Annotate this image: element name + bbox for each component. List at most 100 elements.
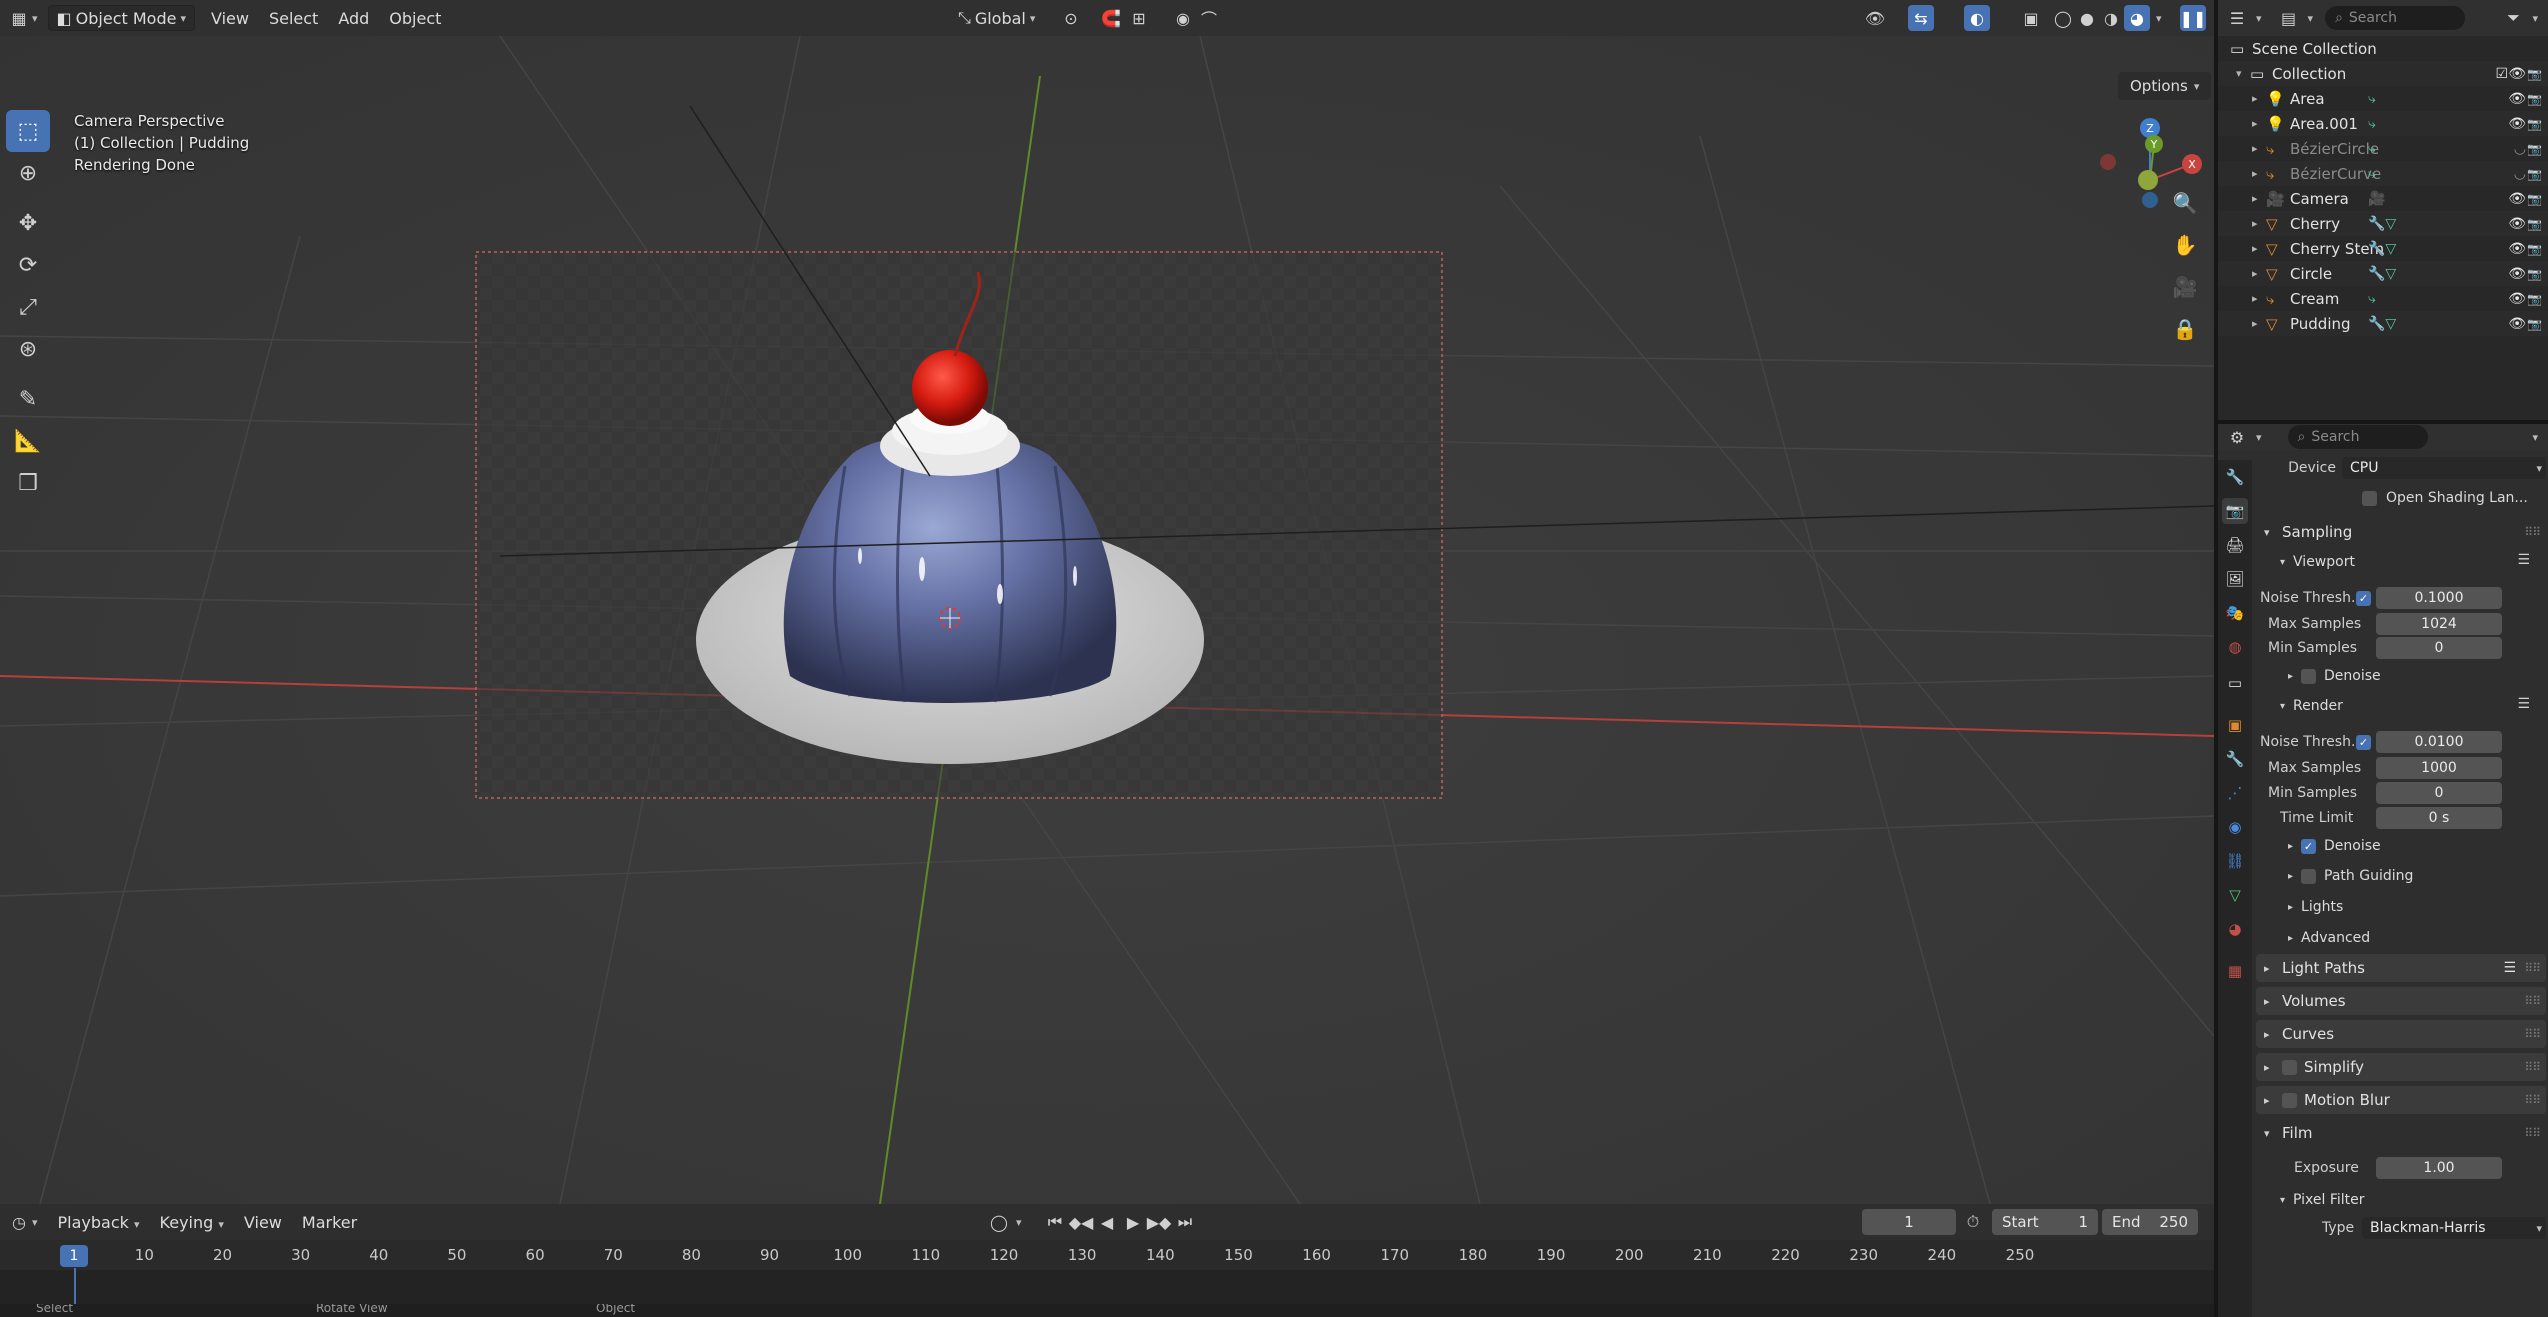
playhead-frame-indicator[interactable]: 1 xyxy=(60,1245,88,1267)
render-camera-icon[interactable]: 📷 xyxy=(2527,117,2542,131)
proportional-edit-icon[interactable]: ◉ xyxy=(1170,5,1196,31)
render-subpanel[interactable]: ▾ Render xyxy=(2280,694,2343,718)
gizmo-neg-x[interactable] xyxy=(2100,154,2116,170)
properties-search[interactable]: ⌕ Search xyxy=(2287,425,2428,449)
end-frame-field[interactable]: End 250 xyxy=(2102,1209,2198,1235)
presets-list-icon[interactable]: ☰ xyxy=(2503,960,2516,976)
texture-tab-icon[interactable]: ▦ xyxy=(2222,958,2248,984)
render-camera-icon[interactable]: 📷 xyxy=(2527,142,2542,156)
mode-dropdown[interactable]: ◧ Object Mode ▾ xyxy=(47,5,195,31)
vp-min-field[interactable]: 0 xyxy=(2376,637,2502,659)
drag-grip-icon[interactable]: ⠿⠿ xyxy=(2524,961,2541,975)
r-max-field[interactable]: 1000 xyxy=(2376,757,2502,779)
exposure-field[interactable]: 1.00 xyxy=(2376,1157,2502,1179)
pixel-filter-subpanel[interactable]: ▾ Pixel Filter xyxy=(2280,1188,2365,1212)
snap-target-icon[interactable]: ⊞ xyxy=(1126,5,1152,31)
3d-viewport[interactable]: ⬚ ⊕ ✥ ⟳ ⤢ ⊛ ✎ 📐 ❒ Camera Perspective (1)… xyxy=(0,36,2214,1204)
add-cube-tool[interactable]: ❒ xyxy=(6,462,50,504)
zoom-icon[interactable]: 🔍 xyxy=(2168,186,2202,220)
clock-icon[interactable]: ◷ xyxy=(6,1209,32,1235)
menu-keying[interactable]: Keying ▾ xyxy=(150,1213,234,1232)
drag-grip-icon[interactable]: ⠿⠿ xyxy=(2524,1027,2541,1041)
eye-icon[interactable]: 👁 xyxy=(2508,316,2526,332)
gizmo-neg-y[interactable] xyxy=(2138,170,2158,190)
drag-grip-icon[interactable]: ⠿⠿ xyxy=(2524,525,2541,539)
snap-icon[interactable]: 🧲 xyxy=(1098,5,1124,31)
options-dropdown[interactable]: Options ▾ xyxy=(2118,72,2212,100)
presets-list-icon[interactable]: ☰ xyxy=(2517,552,2530,568)
menu-select[interactable]: Select xyxy=(259,9,328,28)
osl-checkbox[interactable] xyxy=(2362,490,2377,506)
render-camera-icon[interactable]: 📷 xyxy=(2527,217,2542,231)
simplify-panel[interactable]: ▸ Simplify ⠿⠿ xyxy=(2256,1053,2546,1081)
advanced-subpanel[interactable]: ▸ Advanced xyxy=(2288,926,2370,950)
start-frame-field[interactable]: Start 1 xyxy=(1992,1209,2098,1235)
display-mode-icon[interactable]: ▤ xyxy=(2276,5,2302,31)
eye-icon[interactable]: 👁 xyxy=(2508,266,2526,282)
editor-type-icon[interactable]: ▦ xyxy=(6,5,32,31)
render-camera-icon[interactable]: 📷 xyxy=(2527,242,2542,256)
render-camera-icon[interactable]: 📷 xyxy=(2527,167,2542,181)
outliner-item[interactable]: ▸ ▽ Cherry 🔧▽ 👁 📷 xyxy=(2218,211,2548,236)
jump-start-icon[interactable]: ⏮ xyxy=(1042,1209,1068,1235)
menu-add[interactable]: Add xyxy=(328,9,379,28)
eye-icon[interactable]: 👁 xyxy=(2508,191,2526,207)
render-camera-icon[interactable]: 📷 xyxy=(2527,267,2542,281)
play-reverse-icon[interactable]: ◀ xyxy=(1094,1209,1120,1235)
eye-icon[interactable]: 👁 xyxy=(2508,66,2526,82)
cursor-tool[interactable]: ⊕ xyxy=(6,152,50,194)
r-denoise-subpanel[interactable]: ▸ ✓ Denoise xyxy=(2288,834,2381,858)
vp-noise-checkbox[interactable]: ✓ xyxy=(2356,590,2371,606)
menu-view[interactable]: View xyxy=(201,9,259,28)
menu-object[interactable]: Object xyxy=(379,9,451,28)
film-panel[interactable]: ▾ Film ⠿⠿ xyxy=(2256,1119,2546,1147)
presets-list-icon[interactable]: ☰ xyxy=(2517,696,2530,712)
chevron-right-icon[interactable]: ▸ xyxy=(2252,192,2258,205)
eye-icon[interactable]: 👁 xyxy=(2508,91,2526,107)
chevron-right-icon[interactable]: ▸ xyxy=(2252,242,2258,255)
current-frame-field[interactable]: 1 xyxy=(1862,1209,1956,1235)
material-shading-icon[interactable]: ◑ xyxy=(2098,5,2124,31)
wireframe-shading-icon[interactable]: ◯ xyxy=(2050,5,2076,31)
eye-closed-icon[interactable]: ◡ xyxy=(2514,166,2526,182)
particles-tab-icon[interactable]: ⋰ xyxy=(2222,780,2248,806)
rotate-tool[interactable]: ⟳ xyxy=(6,244,50,286)
render-tab-icon[interactable]: 📷 xyxy=(2222,498,2248,524)
vp-denoise-subpanel[interactable]: ▸ Denoise xyxy=(2288,664,2381,688)
viewport-subpanel[interactable]: ▾ Viewport xyxy=(2280,550,2355,574)
outliner-item[interactable]: ▸ ⤷ BézierCircle ⤷ ◡ 📷 xyxy=(2218,136,2548,161)
outliner-item[interactable]: ▸ 💡 Area.001 ⤷ 👁 📷 xyxy=(2218,111,2548,136)
pause-render-icon[interactable]: ❚❚ xyxy=(2180,5,2206,31)
vp-denoise-checkbox[interactable] xyxy=(2301,668,2317,684)
outliner-item[interactable]: ▸ ▽ Circle 🔧▽ 👁 📷 xyxy=(2218,261,2548,286)
world-tab-icon[interactable]: ◍ xyxy=(2222,634,2248,660)
overlay-toggle-icon[interactable]: ◐ xyxy=(1964,5,1990,31)
device-dropdown[interactable]: CPU ▾ xyxy=(2342,457,2546,479)
chevron-down-icon[interactable]: ▾ xyxy=(2532,431,2538,444)
transform-orientation-dropdown[interactable]: ⤡ Global ▾ xyxy=(950,5,1043,31)
outliner-item[interactable]: ▸ 💡 Area ⤷ 👁 📷 xyxy=(2218,86,2548,111)
gizmo-toggle-icon[interactable]: ⇆ xyxy=(1908,5,1934,31)
drag-grip-icon[interactable]: ⠿⠿ xyxy=(2524,1126,2541,1140)
vp-noise-field[interactable]: 0.1000 xyxy=(2376,587,2502,609)
pan-hand-icon[interactable]: ✋ xyxy=(2168,228,2202,262)
render-camera-icon[interactable]: 📷 xyxy=(2527,317,2542,331)
jump-end-icon[interactable]: ⏭ xyxy=(1172,1209,1198,1235)
outliner-item[interactable]: ▸ 🎥 Camera 🎥 👁 📷 xyxy=(2218,186,2548,211)
object-tab-icon[interactable]: ▣ xyxy=(2222,712,2248,738)
play-icon[interactable]: ▶ xyxy=(1120,1209,1146,1235)
motion-blur-checkbox[interactable] xyxy=(2282,1092,2297,1108)
data-tab-icon[interactable]: ▽ xyxy=(2222,882,2248,908)
volumes-panel[interactable]: ▸ Volumes ⠿⠿ xyxy=(2256,987,2546,1015)
r-min-field[interactable]: 0 xyxy=(2376,782,2502,804)
chevron-right-icon[interactable]: ▸ xyxy=(2252,317,2258,330)
solid-shading-icon[interactable]: ● xyxy=(2074,5,2100,31)
motion-blur-panel[interactable]: ▸ Motion Blur ⠿⠿ xyxy=(2256,1086,2546,1114)
filter-icon[interactable]: ⏷ xyxy=(2500,5,2526,31)
annotate-tool[interactable]: ✎ xyxy=(6,378,50,420)
material-tab-icon[interactable]: ◕ xyxy=(2222,916,2248,942)
camera-view-icon[interactable]: 🎥 xyxy=(2168,270,2202,304)
render-camera-icon[interactable]: 📷 xyxy=(2527,292,2542,306)
r-noise-field[interactable]: 0.0100 xyxy=(2376,731,2502,753)
frame-ruler[interactable]: 10 20 30 40 50 60 70 80 90 100 110 120 130 140 150 160 1… xyxy=(0,1240,2214,1270)
